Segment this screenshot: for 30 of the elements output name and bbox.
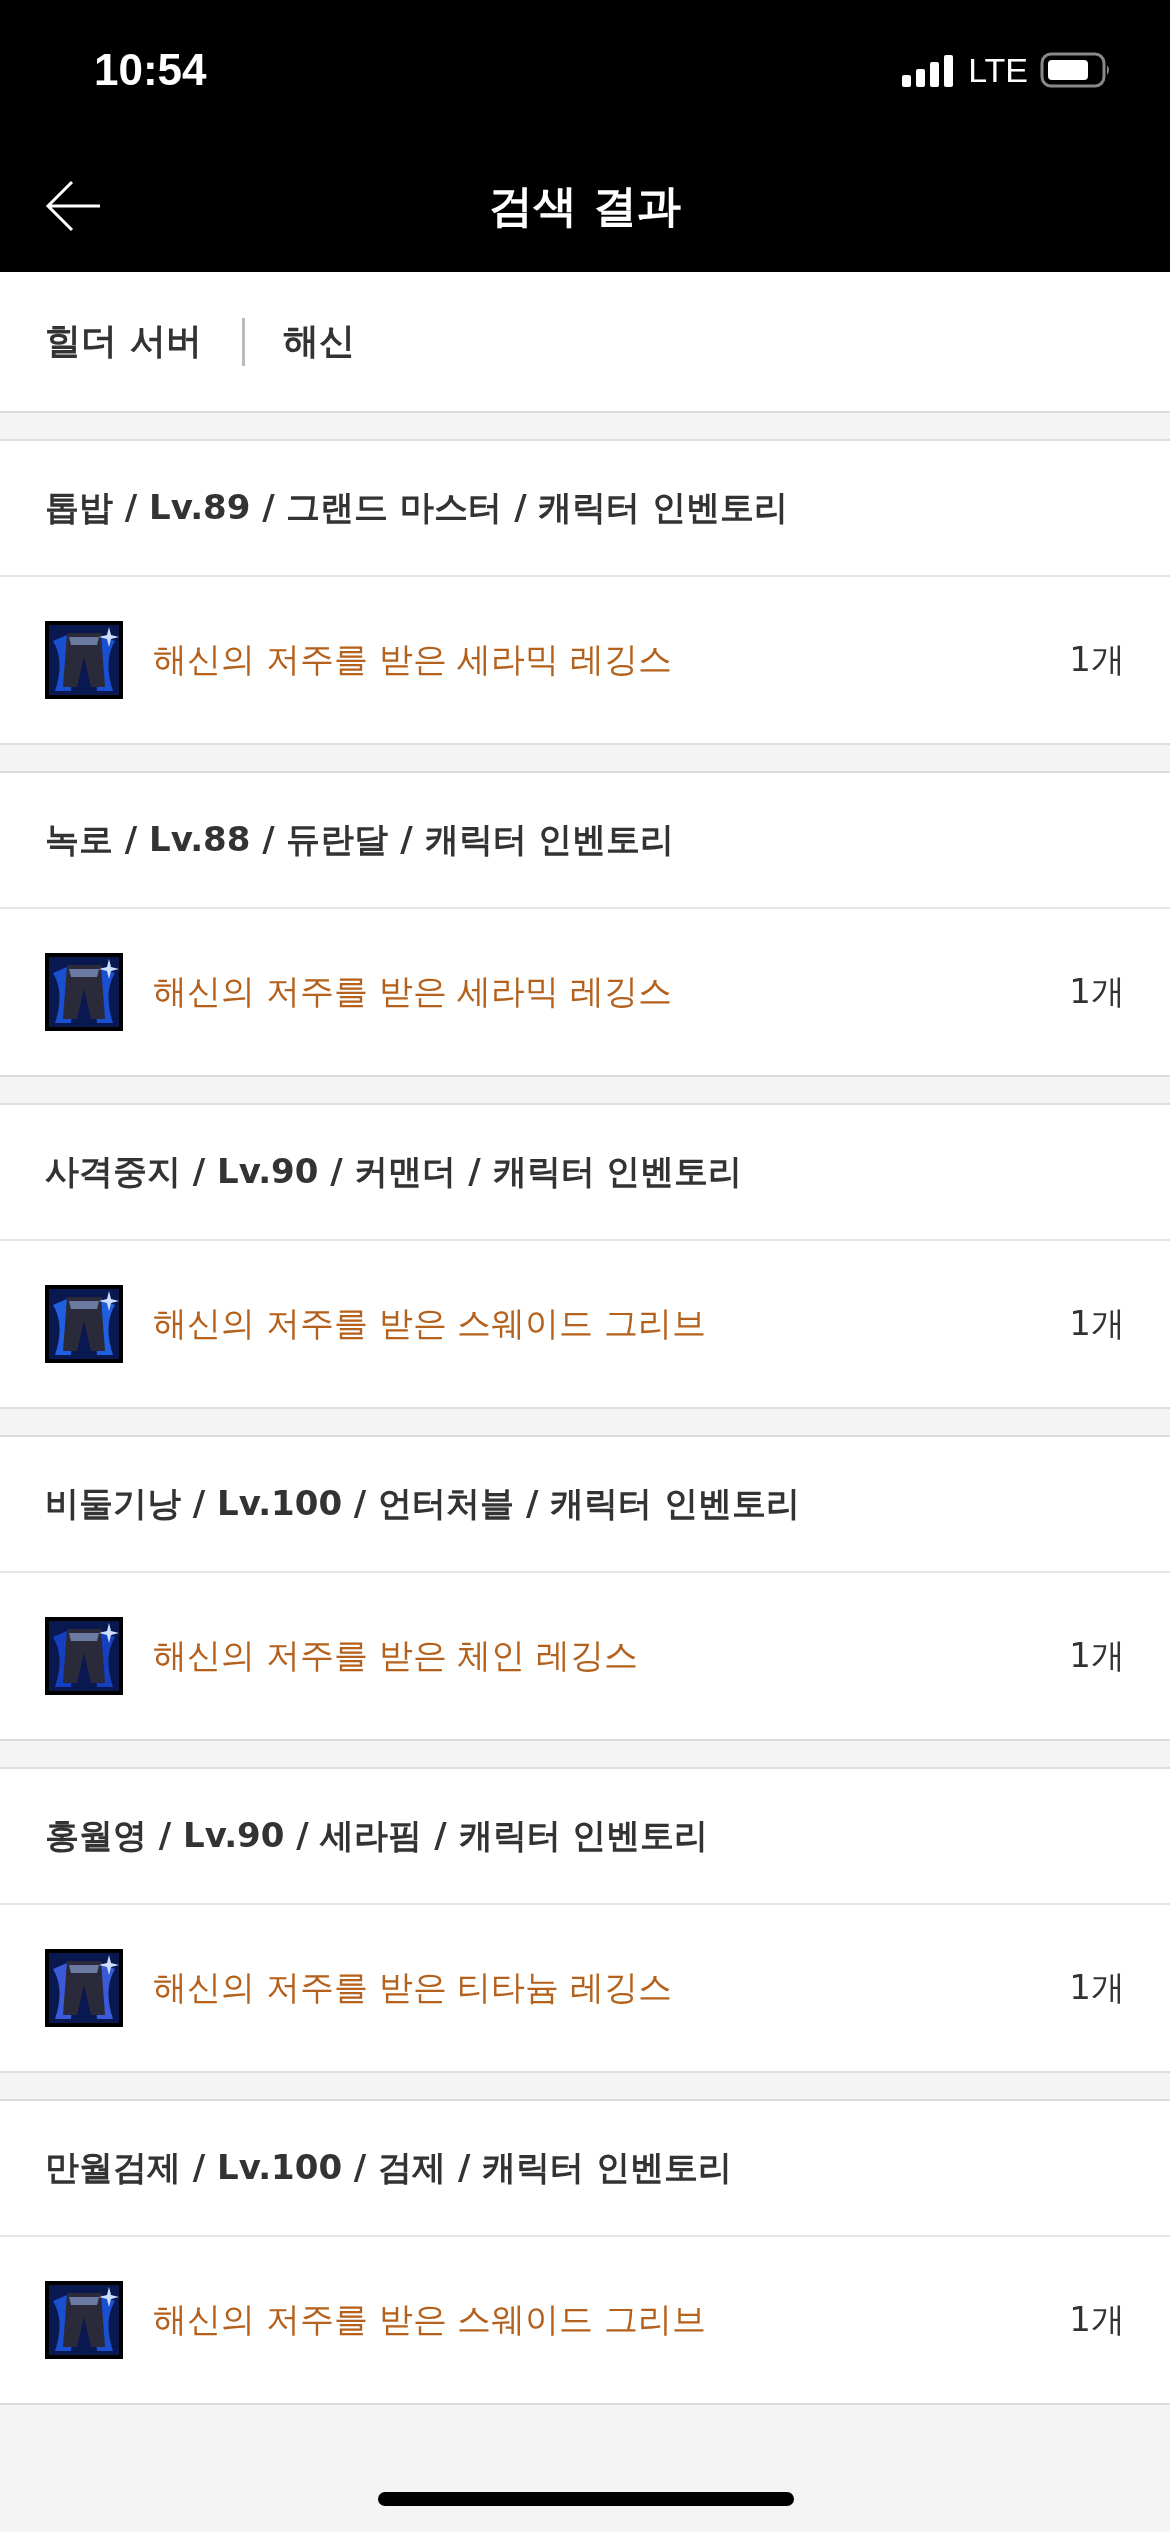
item-name[interactable]: 해신의 저주를 받은 티타늄 레깅스 [153,1965,1070,2011]
battery-icon [1040,52,1112,88]
status-time: 10:54 [94,45,207,95]
character-info: 녹로 / Lv.88 / 듀란달 / 캐릭터 인벤토리 [45,818,675,861]
item-name[interactable]: 해신의 저주를 받은 스웨이드 그리브 [153,1301,1070,1347]
server-label: 힐더 서버 [45,319,202,363]
item-name[interactable]: 해신의 저주를 받은 세라믹 레깅스 [153,969,1070,1015]
item-icon [45,2281,123,2359]
item-icon [45,1617,123,1695]
item-count: 1개 [1069,1302,1125,1345]
character-info: 홍월영 / Lv.90 / 세라핌 / 캐릭터 인벤토리 [45,1814,709,1857]
item-icon [45,953,123,1031]
character-info: 톱밥 / Lv.89 / 그랜드 마스터 / 캐릭터 인벤토리 [45,486,789,529]
item-name[interactable]: 해신의 저주를 받은 스웨이드 그리브 [153,2297,1070,2343]
character-info: 사격중지 / Lv.90 / 커맨더 / 캐릭터 인벤토리 [45,1150,743,1193]
item-count: 1개 [1069,2298,1125,2341]
character-info: 만월검제 / Lv.100 / 검제 / 캐릭터 인벤토리 [45,2146,733,2189]
search-query: 해신 [282,319,355,363]
item-icon [45,1949,123,2027]
page-title: 검색 결과 [489,178,681,233]
character-info: 비둘기낭 / Lv.100 / 언터처블 / 캐릭터 인벤토리 [45,1482,801,1525]
item-name[interactable]: 해신의 저주를 받은 세라믹 레깅스 [153,637,1070,683]
item-name[interactable]: 해신의 저주를 받은 체인 레깅스 [153,1633,1070,1679]
item-icon [45,621,123,699]
item-count: 1개 [1069,638,1125,681]
item-count: 1개 [1069,1634,1125,1677]
item-count: 1개 [1069,1966,1125,2009]
network-label: LTE [968,50,1028,90]
item-icon [45,1285,123,1363]
item-count: 1개 [1069,970,1125,1013]
